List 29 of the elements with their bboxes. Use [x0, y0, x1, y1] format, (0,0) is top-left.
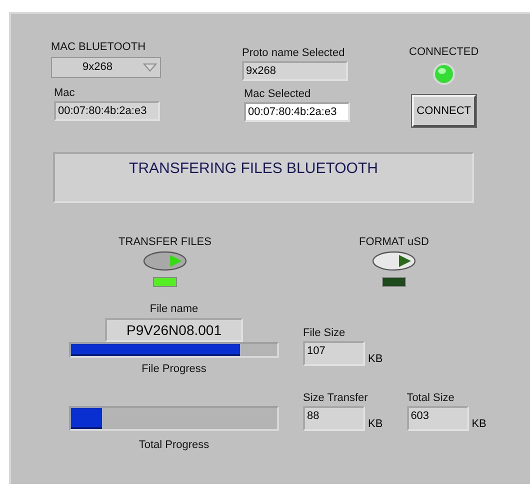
field-label: Mac Selected — [244, 88, 312, 101]
field-label: MAC BLUETOOTH — [51, 41, 147, 54]
field-label: Total Progress — [138, 439, 210, 452]
text-field[interactable]: 88 — [303, 406, 365, 431]
field-label: Size Transfer — [303, 392, 369, 405]
text-field[interactable]: 107 — [303, 341, 365, 366]
field-label: FORMAT uSD — [359, 236, 429, 249]
status-banner: TRANSFERING FILES BLUETOOTH — [53, 152, 474, 203]
field-label: File Size — [303, 327, 346, 340]
toggle-switch[interactable] — [372, 251, 416, 271]
toggle-switch[interactable] — [142, 251, 188, 271]
caret-icon — [143, 63, 157, 72]
field-label: CONNECTED — [409, 46, 479, 59]
text-field[interactable]: 9x268 — [242, 61, 348, 81]
field-label: File Progress — [142, 363, 206, 376]
text-field[interactable]: 603 — [406, 406, 469, 431]
unit-label: KB — [472, 418, 486, 431]
field-label: TRANSFER FILES — [118, 236, 212, 249]
unit-label: KB — [368, 353, 383, 366]
field-label: Proto name Selected — [242, 47, 346, 60]
unit-label: KB — [368, 418, 383, 431]
field-label: File name — [150, 303, 198, 316]
connect-button[interactable]: CONNECT — [412, 95, 476, 127]
dropdown[interactable]: 9x268 — [51, 57, 161, 78]
field-label: Total Size — [406, 392, 456, 405]
text-field[interactable]: 00:07:80:4b:2a:e3 — [244, 102, 350, 122]
text-field[interactable]: 00:07:80:4b:2a:e3 — [54, 101, 160, 121]
text-field[interactable]: P9V26N08.001 — [105, 318, 243, 342]
field-label: Mac — [54, 87, 76, 100]
